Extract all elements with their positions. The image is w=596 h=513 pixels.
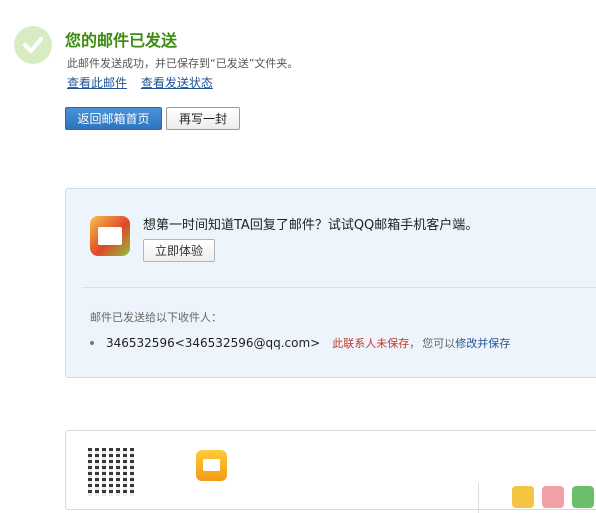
recipients-label: 邮件已发送给以下收件人： <box>90 311 222 324</box>
separator: ， <box>409 337 421 350</box>
view-mail-link[interactable]: 查看此邮件 <box>67 76 127 90</box>
back-to-inbox-button[interactable]: 返回邮箱首页 <box>65 107 162 130</box>
sent-title: 您的邮件已发送 <box>65 31 178 50</box>
save-note: 您可以 <box>422 337 456 350</box>
divider <box>82 287 596 288</box>
divider <box>478 483 479 513</box>
write-another-button[interactable]: 再写一封 <box>166 107 240 130</box>
qr-code-image <box>88 448 136 496</box>
download-panel <box>65 430 596 513</box>
bullet-icon <box>90 341 94 345</box>
recipient-row: 346532596<346532596@qq.com> 此联系人未保存 ， 您可… <box>90 335 510 351</box>
recipient-address: 346532596<346532596@qq.com> <box>106 336 321 350</box>
status-links: 查看此邮件 查看发送状态 <box>67 74 223 91</box>
download-icon[interactable] <box>572 486 594 508</box>
checkmark-icon <box>23 37 43 53</box>
qq-mail-app-icon[interactable] <box>90 216 130 256</box>
promo-text: 想第一时间知道TA回复了邮件？试试QQ邮箱手机客户端。 <box>143 218 479 233</box>
try-now-button[interactable]: 立即体验 <box>143 239 215 262</box>
qq-mail-logo-icon <box>196 450 227 481</box>
edit-and-save-link[interactable]: 修改并保存 <box>455 335 510 351</box>
success-check-icon <box>14 26 52 64</box>
android-icon[interactable] <box>542 486 564 508</box>
unsaved-contact-warning: 此联系人未保存 <box>332 337 410 350</box>
app-store-icon[interactable] <box>512 486 534 508</box>
view-status-link[interactable]: 查看发送状态 <box>141 76 213 90</box>
info-panel: 想第一时间知道TA回复了邮件？试试QQ邮箱手机客户端。 立即体验 邮件已发送给以… <box>65 188 596 378</box>
sent-description: 此邮件发送成功，并已保存到“已发送”文件夹。 <box>67 57 299 70</box>
